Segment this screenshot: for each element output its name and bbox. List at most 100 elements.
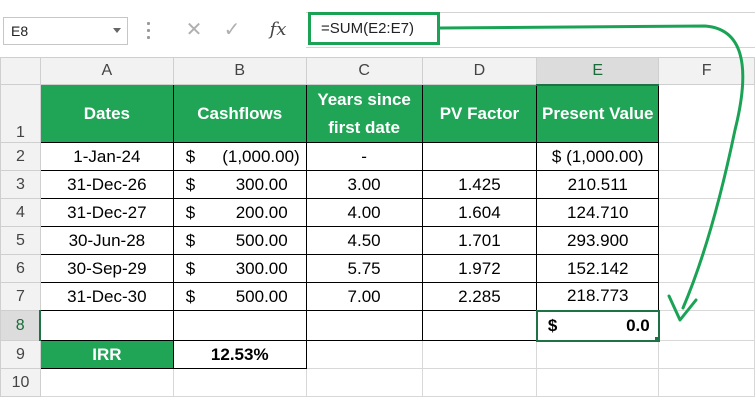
cell-present-value[interactable]: 218.773 xyxy=(536,282,660,311)
row-header-2[interactable]: 2 xyxy=(0,142,41,171)
cell-f6[interactable] xyxy=(658,254,755,283)
irr-label[interactable]: IRR xyxy=(39,340,174,369)
cell-years[interactable]: 5.75 xyxy=(305,254,423,283)
row-header-4[interactable]: 4 xyxy=(0,198,41,227)
total-value: 0.0 xyxy=(626,315,650,335)
chevron-down-icon[interactable] xyxy=(113,28,121,33)
name-box[interactable]: E8 xyxy=(3,17,128,45)
cell-c10[interactable] xyxy=(305,368,423,397)
cell-f8[interactable] xyxy=(658,310,755,341)
cell-e10[interactable] xyxy=(536,368,660,397)
cell-date[interactable]: 30-Sep-29 xyxy=(39,254,174,283)
cell-pv-factor[interactable]: 1.604 xyxy=(421,198,538,227)
cell-present-value[interactable]: $ (1,000.00) xyxy=(536,142,660,171)
cell-f3[interactable] xyxy=(658,170,755,199)
cell-f4[interactable] xyxy=(658,198,755,227)
row-header-10[interactable]: 10 xyxy=(0,368,41,397)
cell-f2[interactable] xyxy=(658,142,755,171)
cell-years[interactable]: - xyxy=(305,142,423,171)
check-icon[interactable]: ✓ xyxy=(218,16,246,44)
cell-pv-factor[interactable]: 1.425 xyxy=(421,170,538,199)
column-header-f[interactable]: F xyxy=(658,57,755,85)
name-box-value: E8 xyxy=(11,23,29,39)
cell-date[interactable]: 30-Jun-28 xyxy=(39,226,174,255)
row-header-9[interactable]: 9 xyxy=(0,340,41,369)
irr-value[interactable]: 12.53% xyxy=(172,340,307,369)
cell-date[interactable]: 31-Dec-30 xyxy=(39,282,174,311)
column-header-b[interactable]: B xyxy=(172,57,307,85)
cell-date[interactable]: 31-Dec-26 xyxy=(39,170,174,199)
cell-years[interactable]: 4.00 xyxy=(305,198,423,227)
cell-cashflow[interactable]: $500.00 xyxy=(172,282,307,311)
active-cell-total[interactable]: $0.0 xyxy=(535,309,660,342)
spreadsheet-grid: A B C D E F 1 Dates Cashflows Years sinc… xyxy=(0,57,755,397)
formula-text[interactable]: =SUM(E2:E7) xyxy=(308,12,440,45)
currency-symbol: $ xyxy=(185,258,196,278)
cell-d8[interactable] xyxy=(421,310,538,341)
header-years[interactable]: Years since first date xyxy=(305,84,423,143)
header-pv-factor[interactable]: PV Factor xyxy=(421,84,538,143)
column-header-c[interactable]: C xyxy=(305,57,423,85)
cell-years[interactable]: 4.50 xyxy=(305,226,423,255)
cell-cashflow[interactable]: $300.00 xyxy=(172,170,307,199)
row-header-8[interactable]: 8 xyxy=(0,310,42,341)
cell-e9[interactable] xyxy=(536,340,660,369)
cell-b8[interactable] xyxy=(172,310,307,341)
header-present-value[interactable]: Present Value xyxy=(536,84,660,143)
currency-symbol: $ xyxy=(185,202,196,222)
currency-symbol: $ xyxy=(547,315,558,335)
row-header-1[interactable]: 1 xyxy=(0,84,41,143)
currency-symbol: $ xyxy=(185,286,196,306)
formula-buttons: ✕ ✓ fx xyxy=(168,12,303,48)
cashflow-value: 300.00 xyxy=(235,258,288,278)
row-header-7[interactable]: 7 xyxy=(0,282,41,311)
cashflow-value: 300.00 xyxy=(235,174,288,194)
insert-function-icon[interactable]: fx xyxy=(264,16,292,44)
cell-present-value[interactable]: 210.511 xyxy=(536,170,660,199)
cell-date[interactable]: 1-Jan-24 xyxy=(39,142,174,171)
cell-pv-factor[interactable]: 2.285 xyxy=(421,282,538,311)
row-header-5[interactable]: 5 xyxy=(0,226,41,255)
cell-cashflow[interactable]: $500.00 xyxy=(172,226,307,255)
currency-symbol: $ xyxy=(185,146,196,166)
cell-b10[interactable] xyxy=(172,368,307,397)
fill-handle[interactable] xyxy=(653,335,657,339)
cell-cashflow[interactable]: $200.00 xyxy=(172,198,307,227)
cell-d10[interactable] xyxy=(421,368,538,397)
select-all-corner[interactable] xyxy=(0,57,41,85)
cashflow-value: 500.00 xyxy=(235,286,288,306)
cell-f5[interactable] xyxy=(658,226,755,255)
cell-f10[interactable] xyxy=(658,368,755,397)
cell-pv-factor[interactable] xyxy=(421,142,538,171)
cancel-icon[interactable]: ✕ xyxy=(180,16,208,44)
header-cashflows[interactable]: Cashflows xyxy=(172,84,307,143)
cell-a8[interactable] xyxy=(39,310,174,341)
drag-handle-icon[interactable] xyxy=(147,22,151,40)
formula-bar: E8 ✕ ✓ fx =SUM(E2:E7) xyxy=(0,0,755,60)
cell-pv-factor[interactable]: 1.972 xyxy=(421,254,538,283)
column-header-e[interactable]: E xyxy=(536,57,660,86)
currency-symbol: $ xyxy=(185,174,196,194)
cell-present-value[interactable]: 152.142 xyxy=(536,254,660,283)
cell-years[interactable]: 3.00 xyxy=(305,170,423,199)
cell-pv-factor[interactable]: 1.701 xyxy=(421,226,538,255)
cell-f9[interactable] xyxy=(658,340,755,369)
row-header-6[interactable]: 6 xyxy=(0,254,41,283)
cell-cashflow[interactable]: $300.00 xyxy=(172,254,307,283)
cell-cashflow[interactable]: $ (1,000.00) xyxy=(172,142,307,171)
cell-present-value[interactable]: 124.710 xyxy=(536,198,660,227)
cell-a10[interactable] xyxy=(39,368,174,397)
cell-present-value[interactable]: 293.900 xyxy=(536,226,660,255)
cell-f7[interactable] xyxy=(658,282,755,311)
cashflow-value: 500.00 xyxy=(235,230,288,250)
cell-years[interactable]: 7.00 xyxy=(305,282,423,311)
cell-c9[interactable] xyxy=(305,340,423,369)
cell-c8[interactable] xyxy=(305,310,423,341)
cell-date[interactable]: 31-Dec-27 xyxy=(39,198,174,227)
header-dates[interactable]: Dates xyxy=(39,84,174,143)
column-header-a[interactable]: A xyxy=(39,57,174,85)
column-header-d[interactable]: D xyxy=(421,57,538,85)
cell-f1[interactable] xyxy=(658,84,755,143)
cell-d9[interactable] xyxy=(421,340,538,369)
row-header-3[interactable]: 3 xyxy=(0,170,41,199)
